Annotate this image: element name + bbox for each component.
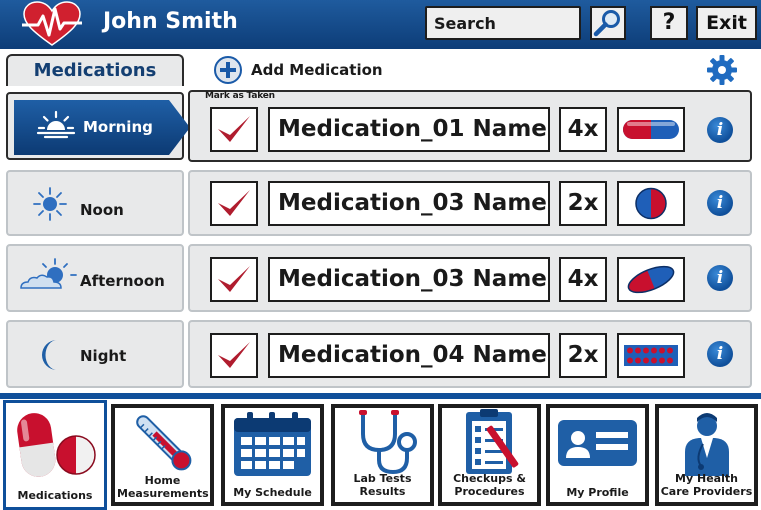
nav-my-schedule[interactable]: My Schedule <box>221 404 324 506</box>
checkmark-icon <box>218 266 250 292</box>
calendar-icon <box>234 412 311 476</box>
id-card-icon <box>558 420 637 466</box>
nav-lab-tests-results[interactable]: Lab Tests Results <box>331 404 434 506</box>
help-button[interactable]: ? <box>650 6 688 40</box>
time-tab-morning[interactable]: Morning <box>6 92 188 160</box>
info-button[interactable]: i <box>707 117 733 143</box>
checkmark-icon <box>218 190 250 216</box>
time-tab-night[interactable]: Night <box>6 320 184 388</box>
pill-image <box>617 257 685 302</box>
pill-image <box>617 107 685 152</box>
nav-my-profile[interactable]: My Profile <box>546 404 649 506</box>
nav-label: Medications <box>17 489 93 502</box>
info-button[interactable]: i <box>707 265 733 291</box>
dose-count: 2x <box>559 333 607 378</box>
nav-label: My Schedule <box>233 486 312 499</box>
pill-image <box>617 333 685 378</box>
info-button[interactable]: i <box>707 341 733 367</box>
user-name: John Smith <box>103 9 238 34</box>
mark-taken-checkbox[interactable] <box>210 333 258 378</box>
dose-count: 4x <box>559 257 607 302</box>
time-tab-label: Morning <box>83 118 153 136</box>
pill-image <box>617 181 685 226</box>
nav-label: My Health Care Providers <box>660 472 753 498</box>
plus-circle-icon <box>214 56 242 84</box>
exit-button[interactable]: Exit <box>696 6 757 40</box>
oval-tablet-red-blue-icon <box>627 265 675 294</box>
thermometer-icon <box>136 415 192 471</box>
dose-count: 2x <box>559 181 607 226</box>
nav-checkups-procedures[interactable]: Checkups & Procedures <box>438 404 541 506</box>
heart-logo-icon <box>22 1 82 46</box>
time-tab-label: Afternoon <box>80 272 165 290</box>
sun-cloud-icon <box>20 258 77 289</box>
nav-label: My Profile <box>566 486 629 499</box>
section-tab-medications[interactable]: Medications <box>6 54 184 86</box>
nav-home-measurements[interactable]: Home Measurements <box>111 404 214 506</box>
mark-taken-checkbox[interactable] <box>210 107 258 152</box>
moon-icon <box>42 340 57 370</box>
capsule-red-blue-icon <box>623 120 679 139</box>
magnifier-icon <box>593 10 620 37</box>
sunrise-icon <box>36 110 76 139</box>
dose-count: 4x <box>559 107 607 152</box>
medication-name[interactable]: Medication_03 Name <box>268 181 550 226</box>
medication-name[interactable]: Medication_03 Name <box>268 257 550 302</box>
nav-medications[interactable]: Medications <box>3 400 107 510</box>
blister-pack-icon <box>624 345 678 366</box>
time-tab-noon[interactable]: Noon <box>6 170 184 236</box>
stethoscope-icon <box>359 410 417 475</box>
mark-as-taken-label: Mark as Taken <box>205 91 275 101</box>
nav-label: Lab Tests Results <box>353 472 412 498</box>
medication-name[interactable]: Medication_04 Name <box>268 333 550 378</box>
app-header: John Smith Search ? Exit <box>0 0 761 49</box>
mark-taken-checkbox[interactable] <box>210 257 258 302</box>
doctor-icon <box>685 413 729 476</box>
time-tab-label: Noon <box>80 201 124 219</box>
info-button[interactable]: i <box>707 190 733 216</box>
round-tablet-blue-red-icon <box>635 187 667 220</box>
search-button[interactable] <box>590 6 626 40</box>
clipboard-icon <box>466 409 519 474</box>
nav-divider <box>0 393 761 399</box>
checkmark-icon <box>218 116 250 142</box>
nav-label: Checkups & Procedures <box>453 472 526 498</box>
medication-name[interactable]: Medication_01 Name <box>268 107 550 152</box>
search-input[interactable]: Search <box>425 6 581 40</box>
time-tab-afternoon[interactable]: Afternoon <box>6 244 184 312</box>
add-medication-label: Add Medication <box>251 61 383 79</box>
nav-my-health-care-providers[interactable]: My Health Care Providers <box>655 404 758 506</box>
mark-taken-checkbox[interactable] <box>210 181 258 226</box>
pills-icon <box>17 413 96 477</box>
checkmark-icon <box>218 342 250 368</box>
sun-icon <box>33 187 67 221</box>
time-tab-label: Night <box>80 347 127 365</box>
gear-icon[interactable] <box>706 54 738 86</box>
nav-label: Home Measurements <box>117 474 209 500</box>
